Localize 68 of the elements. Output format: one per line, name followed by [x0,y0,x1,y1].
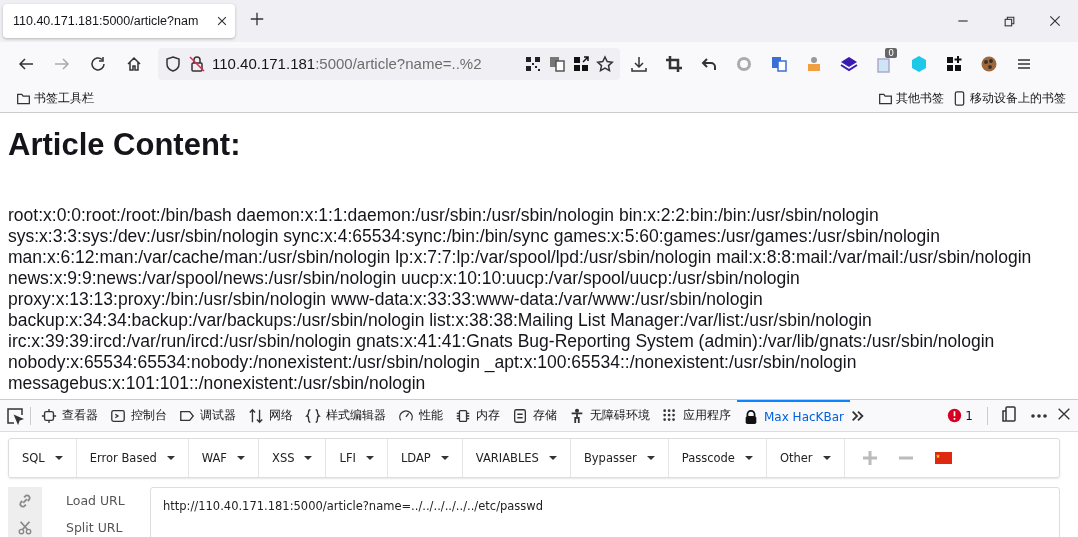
new-tab-icon[interactable] [249,11,265,27]
figure-icon[interactable] [805,54,823,73]
cookie-icon[interactable] [980,54,998,73]
page-heading: Article Content: [8,127,242,163]
bookmark-item[interactable]: 书签工具栏 [12,90,98,107]
bookmark-item[interactable]: 移动设备上的书签 [948,90,1070,107]
insecure-lock-icon[interactable] [188,54,206,73]
home-icon[interactable] [125,54,143,73]
bookmark-item[interactable]: 其他书签 [874,90,948,107]
braces-icon[interactable] [305,407,321,424]
dropdown-menu[interactable]: Bypasser [570,439,669,477]
reload-icon[interactable] [89,54,107,73]
devtools-tab[interactable]: 性能 [392,400,449,431]
apps-icon[interactable] [572,54,590,73]
devtools-tab[interactable]: 应用程序 [656,400,737,431]
phone-icon[interactable] [952,91,967,106]
qr-code-icon[interactable] [524,54,542,73]
crop-icon[interactable] [665,54,683,73]
arrows-icon[interactable] [248,407,264,424]
scissors-icon[interactable] [17,519,33,536]
devtools-tab[interactable]: 网络 [242,400,299,431]
storage-icon[interactable] [512,407,528,424]
pick-element-icon[interactable] [6,406,24,425]
error-icon[interactable] [947,408,963,423]
close-icon[interactable] [1048,14,1062,28]
star-icon[interactable] [596,54,614,73]
file-contents: root:x:0:0:root:/root:/bin/bash daemon:x:1:1:daemon:/usr/sbin:/usr/sbin/nologin bin:x:2:2:bin:/bin:/usr/sbin/nologin sys:x:3:3:sys:/dev:/usr/sbin/nologin sync:x:4:65534:sync:/bin:/bin/sync games:x:5:60:games:/usr/games:/usr/sbin/nologin man:x:6:12:man:/var/cache/man:/usr/sbin/nologin lp:x:7:7:lp:/var/spool/lpd:/usr/sbin/nologin mail:x:8:8:mail:/var/mail:/usr/sbin/nologin news:x:9:9:news:/var/spool/news:/usr/sbin/nologin uucp:x:10:10:uucp:/var/spool/uucp:/usr/sbin/nologin proxy:x:13:13:proxy:/bin:/usr/sbin/nologin www-data:x:33:33:www-data:/var/www:/usr/sbin/nologin backup:x:34:34:backup:/var/backups:/usr/sbin/nologin list:x:38:38:Mailing List Manager:/var/list:/usr/sbin/nologin irc:x:39:39:ircd:/var/run/ircd:/usr/sbin/nologin gnats:x:41:41:Gnats Bug-Reporting System (admin):/var/lib/gnats:/usr/sbin/nologin nobody:x:65534:65534:nobody:/nonexistent:/usr/sbin/nologin _apt:x:100:65534::/nonexistent:/usr/sbin/nologin messagebus:x:101:101::/nonexistent:/usr/sbin/nologin [8,205,1033,394]
dropdown-menu[interactable]: Error Based [76,439,189,477]
devtools-tab[interactable]: 调试器 [173,400,242,431]
shield-icon[interactable] [164,54,182,73]
devtools-tab[interactable]: 存储 [506,400,563,431]
dropdown-menu[interactable]: Other [766,439,845,477]
restore-icon[interactable] [1002,14,1016,28]
responsive-icon[interactable] [1000,404,1018,423]
dropdown-menu[interactable]: Passcode [668,439,767,477]
download-icon[interactable] [630,54,648,73]
address-bar[interactable]: 110.40.171.181:5000/article?name=..%2 [158,47,620,80]
error-count[interactable]: 1 [947,408,973,423]
dropdown-menu[interactable]: LFI [326,439,388,477]
devtools-tab[interactable]: 样式编辑器 [299,400,392,431]
action-button[interactable]: Load URL [8,487,140,514]
devtools-tab[interactable]: 控制台 [104,400,173,431]
chip-icon[interactable] [455,407,471,424]
dropdown-menu[interactable]: XSS [259,439,327,477]
folder-icon[interactable] [16,91,31,106]
console-icon[interactable] [110,407,126,424]
folder-icon[interactable] [878,91,893,106]
dropdown-menu[interactable]: LDAP [387,439,463,477]
apps-add-icon[interactable] [945,54,963,73]
link-icon[interactable] [17,492,33,509]
dropdown-menu[interactable]: SQL [9,439,77,477]
flag-icon[interactable] [934,452,952,464]
dropdown-menu[interactable]: VARIABLES [462,439,571,477]
count-badge: 0 [885,47,897,58]
lock-icon[interactable] [743,408,759,425]
url-field[interactable]: http://110.40.171.181:5000/article?name=../../../../../../etc/passwd [150,487,1060,537]
action-button[interactable]: Split URL [8,514,140,537]
inspector-icon[interactable] [41,407,57,424]
dropdown-menu[interactable]: WAF [188,439,259,477]
person-icon[interactable] [569,407,585,424]
layers-icon[interactable] [840,54,858,73]
close-icon[interactable] [215,14,229,28]
gauge-icon[interactable] [398,407,414,424]
devtools-tab[interactable]: 查看器 [35,400,104,431]
devtools-tab[interactable]: 无障碍环境 [563,400,656,431]
devtools-tab[interactable]: 内存 [449,400,506,431]
browser-tab[interactable]: 110.40.171.181:5000/article?nam [3,4,235,38]
grid-icon[interactable] [662,407,678,424]
